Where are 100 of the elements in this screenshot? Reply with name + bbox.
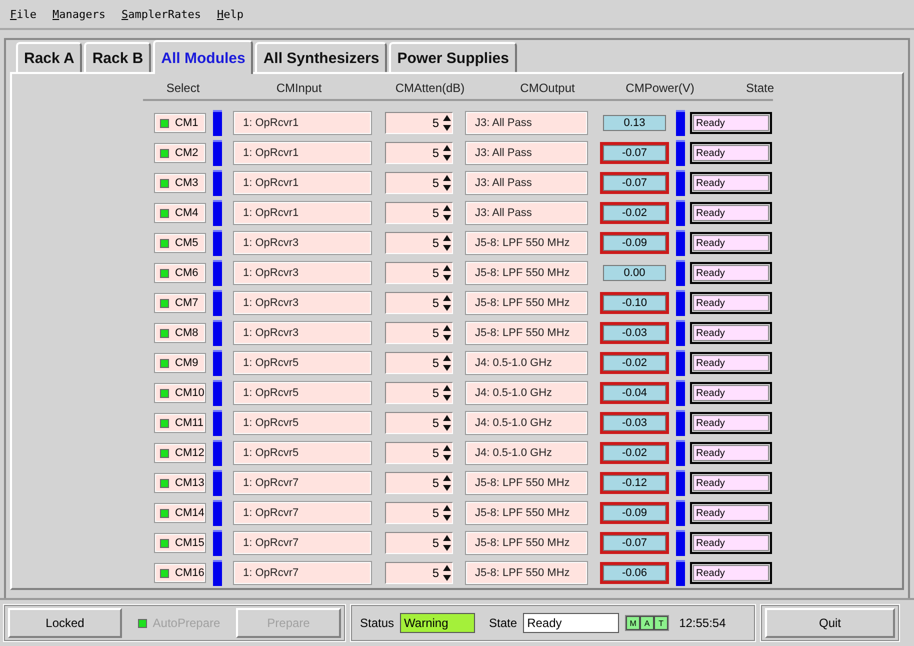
atten-spinbox[interactable]: 5 [385, 112, 453, 134]
atten-spinbox[interactable]: 5 [385, 232, 453, 254]
module-toggle[interactable]: CM15 [155, 534, 205, 552]
module-toggle[interactable]: CM10 [155, 384, 205, 402]
atten-spinbox[interactable]: 5 [385, 322, 453, 344]
atten-spinbox[interactable]: 5 [385, 142, 453, 164]
module-toggle[interactable]: CM9 [155, 354, 205, 372]
atten-spinbox[interactable]: 5 [385, 352, 453, 374]
atten-spinbox[interactable]: 5 [385, 532, 453, 554]
checkbox[interactable] [160, 298, 169, 308]
input-field[interactable]: 1: OpRcvr1 [234, 142, 371, 164]
menu-item[interactable]: Help [216, 8, 244, 20]
output-field[interactable]: J5-8: LPF 550 MHz [466, 232, 587, 254]
spin-arrows-icon[interactable] [442, 174, 452, 192]
checkbox[interactable] [160, 508, 169, 518]
input-field[interactable]: 1: OpRcvr3 [234, 292, 371, 314]
module-toggle[interactable]: CM12 [155, 444, 205, 462]
menu-item[interactable]: File [10, 8, 36, 20]
output-field[interactable]: J4: 0.5-1.0 GHz [466, 442, 587, 464]
spin-arrows-icon[interactable] [442, 114, 452, 132]
spin-arrows-icon[interactable] [442, 294, 452, 312]
spin-arrows-icon[interactable] [442, 504, 452, 522]
checkbox[interactable] [160, 418, 169, 428]
atten-spinbox[interactable]: 5 [385, 442, 453, 464]
module-toggle[interactable]: CM2 [155, 144, 205, 162]
atten-spinbox[interactable]: 5 [385, 502, 453, 524]
checkbox[interactable] [160, 238, 169, 248]
checkbox[interactable] [160, 148, 169, 158]
input-field[interactable]: 1: OpRcvr3 [234, 232, 371, 254]
input-field[interactable]: 1: OpRcvr7 [234, 562, 371, 584]
input-field[interactable]: 1: OpRcvr7 [234, 472, 371, 494]
module-toggle[interactable]: CM7 [155, 294, 205, 312]
checkbox[interactable] [160, 388, 169, 398]
atten-spinbox[interactable]: 5 [385, 172, 453, 194]
atten-spinbox[interactable]: 5 [385, 292, 453, 314]
input-field[interactable]: 1: OpRcvr3 [234, 322, 371, 344]
checkbox[interactable] [160, 448, 169, 458]
input-field[interactable]: 1: OpRcvr5 [234, 412, 371, 434]
spin-arrows-icon[interactable] [442, 324, 452, 342]
output-field[interactable]: J5-8: LPF 550 MHz [466, 562, 587, 584]
input-field[interactable]: 1: OpRcvr5 [234, 442, 371, 464]
output-field[interactable]: J3: All Pass [466, 172, 587, 194]
output-field[interactable]: J4: 0.5-1.0 GHz [466, 382, 587, 404]
input-field[interactable]: 1: OpRcvr1 [234, 202, 371, 224]
atten-spinbox[interactable]: 5 [385, 382, 453, 404]
module-toggle[interactable]: CM14 [155, 504, 205, 522]
spin-arrows-icon[interactable] [442, 444, 452, 462]
checkbox[interactable] [160, 478, 169, 488]
module-toggle[interactable]: CM8 [155, 324, 205, 342]
tab[interactable]: All Synthesizers [255, 42, 388, 72]
output-field[interactable]: J5-8: LPF 550 MHz [466, 292, 587, 314]
atten-spinbox[interactable]: 5 [385, 262, 453, 284]
input-field[interactable]: 1: OpRcvr3 [234, 262, 371, 284]
spin-arrows-icon[interactable] [442, 414, 452, 432]
spin-arrows-icon[interactable] [442, 564, 452, 582]
output-field[interactable]: J3: All Pass [466, 202, 587, 224]
output-field[interactable]: J5-8: LPF 550 MHz [466, 322, 587, 344]
spin-arrows-icon[interactable] [442, 204, 452, 222]
tab[interactable]: Rack A [16, 42, 82, 72]
atten-spinbox[interactable]: 5 [385, 412, 453, 434]
input-field[interactable]: 1: OpRcvr5 [234, 382, 371, 404]
atten-spinbox[interactable]: 5 [385, 562, 453, 584]
output-field[interactable]: J3: All Pass [466, 112, 587, 134]
checkbox[interactable] [160, 358, 169, 368]
output-field[interactable]: J5-8: LPF 550 MHz [466, 532, 587, 554]
output-field[interactable]: J5-8: LPF 550 MHz [466, 262, 587, 284]
output-field[interactable]: J4: 0.5-1.0 GHz [466, 352, 587, 374]
input-field[interactable]: 1: OpRcvr1 [234, 172, 371, 194]
checkbox[interactable] [160, 328, 169, 338]
input-field[interactable]: 1: OpRcvr1 [234, 112, 371, 134]
atten-spinbox[interactable]: 5 [385, 472, 453, 494]
spin-arrows-icon[interactable] [442, 534, 452, 552]
spin-arrows-icon[interactable] [442, 474, 452, 492]
tab[interactable]: Power Supplies [389, 42, 517, 72]
input-field[interactable]: 1: OpRcvr5 [234, 352, 371, 374]
module-toggle[interactable]: CM11 [155, 414, 205, 432]
quit-button[interactable]: Quit [765, 608, 895, 638]
spin-arrows-icon[interactable] [442, 354, 452, 372]
tab[interactable]: Rack B [84, 42, 152, 72]
module-toggle[interactable]: CM1 [155, 114, 205, 132]
checkbox[interactable] [160, 538, 169, 548]
module-toggle[interactable]: CM3 [155, 174, 205, 192]
output-field[interactable]: J5-8: LPF 550 MHz [466, 502, 587, 524]
checkbox[interactable] [160, 568, 169, 578]
menu-item[interactable]: Managers [52, 8, 106, 20]
spin-arrows-icon[interactable] [442, 234, 452, 252]
locked-button[interactable]: Locked [8, 608, 122, 638]
output-field[interactable]: J5-8: LPF 550 MHz [466, 472, 587, 494]
spin-arrows-icon[interactable] [442, 144, 452, 162]
output-field[interactable]: J3: All Pass [466, 142, 587, 164]
checkbox[interactable] [160, 118, 169, 128]
output-field[interactable]: J4: 0.5-1.0 GHz [466, 412, 587, 434]
module-toggle[interactable]: CM6 [155, 264, 205, 282]
checkbox[interactable] [160, 178, 169, 188]
module-toggle[interactable]: CM5 [155, 234, 205, 252]
spin-arrows-icon[interactable] [442, 264, 452, 282]
module-toggle[interactable]: CM13 [155, 474, 205, 492]
tab[interactable]: All Modules [153, 40, 254, 74]
checkbox[interactable] [160, 268, 169, 278]
spin-arrows-icon[interactable] [442, 384, 452, 402]
